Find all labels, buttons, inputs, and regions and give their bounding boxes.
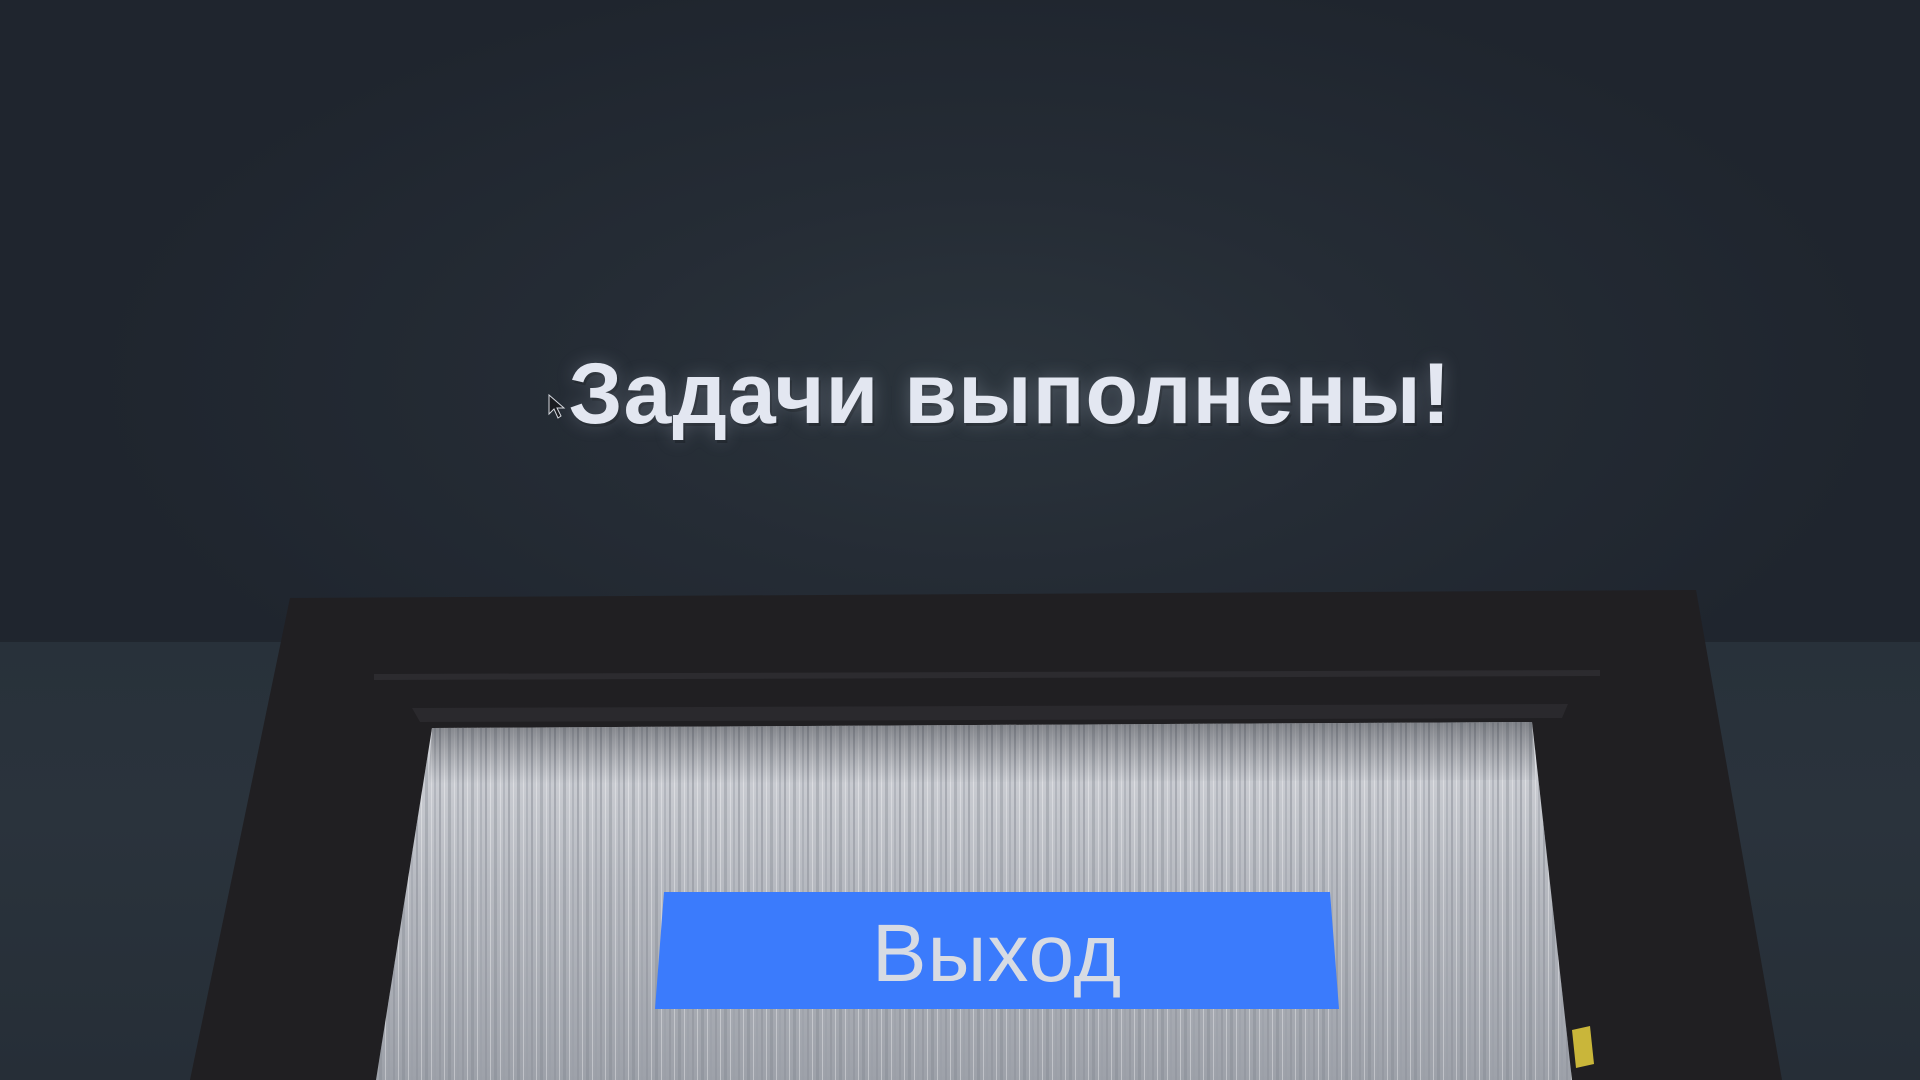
game-scene: Задачи выполнены! Выход	[0, 0, 1920, 1080]
curtain-top-shadow	[428, 722, 1536, 784]
exit-button-label: Выход	[871, 907, 1123, 999]
exit-button[interactable]: Выход	[655, 892, 1339, 1009]
mouse-pointer-icon	[548, 394, 566, 419]
